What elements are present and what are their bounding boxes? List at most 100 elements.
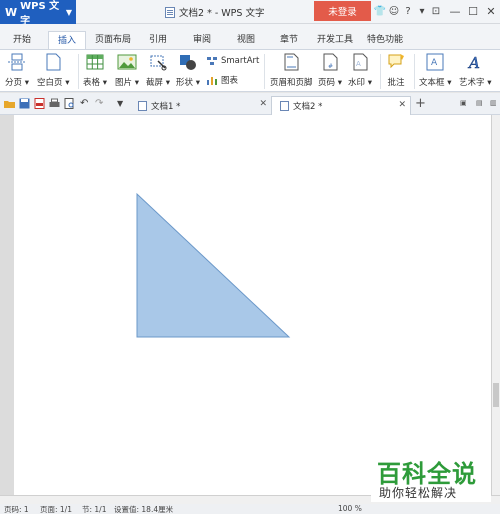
smartart-icon	[207, 57, 217, 65]
close-icon[interactable]: ✕	[482, 0, 500, 22]
tab-developer[interactable]: 开发工具	[314, 31, 356, 49]
window-title-text: 文档2 * - WPS 文字	[179, 8, 265, 19]
doc-tab-label: 文档1 *	[151, 101, 181, 112]
tab-references[interactable]: 引用	[142, 31, 174, 49]
status-section: 节: 1/1	[82, 505, 107, 514]
undo-icon[interactable]: ↶	[80, 98, 91, 109]
status-page-number: 页码: 1	[4, 505, 29, 514]
feedback-icon[interactable]: ☺	[387, 3, 401, 19]
login-button[interactable]: 未登录	[314, 1, 371, 21]
open-folder-icon[interactable]	[4, 98, 15, 109]
svg-text:A: A	[467, 54, 480, 71]
table-icon	[86, 54, 104, 70]
svg-text:A: A	[431, 58, 438, 68]
shape-icon	[179, 55, 196, 70]
drawing-canvas	[136, 192, 291, 338]
title-gap	[0, 24, 500, 31]
chevron-down-icon: ▼	[65, 7, 72, 17]
header-footer-label: 页眉和页脚	[270, 78, 313, 88]
watermark-label: 水印	[348, 78, 366, 88]
scrollbar-thumb[interactable]	[493, 383, 499, 407]
comment-icon	[388, 54, 404, 69]
menu-bar: 开始 插入 页面布局 引用 审阅 视图 章节 开发工具 特色功能	[0, 31, 500, 49]
textbox-button[interactable]: A 文本框 ▾	[419, 53, 451, 88]
quick-access-bar: ↶ ↷ ▼ 文档1 * ✕ 文档2 * ✕ + ▣ ▤ ▥	[0, 93, 500, 115]
window-title: 文档2 * - WPS 文字	[165, 5, 264, 19]
redo-icon[interactable]: ↷	[95, 98, 106, 109]
tab-home[interactable]: 开始	[6, 31, 38, 49]
print-preview-icon[interactable]	[64, 98, 75, 109]
screenshot-button[interactable]: 截屏 ▾	[146, 53, 170, 88]
ribbon-separator	[414, 54, 415, 89]
shape-button[interactable]: 形状 ▾	[176, 53, 200, 88]
document-icon	[138, 100, 147, 111]
blank-page-button[interactable]: 空白页 ▾	[37, 53, 69, 88]
chevron-down-icon[interactable]: ▼	[117, 98, 128, 109]
save-icon[interactable]	[19, 98, 30, 109]
document-page[interactable]	[14, 115, 491, 495]
header-footer-button[interactable]: 页眉和页脚	[270, 53, 313, 88]
tab-insert[interactable]: 插入	[48, 31, 86, 49]
site-watermark: 百科全说 助你轻松解决	[371, 452, 491, 502]
svg-text:A: A	[356, 60, 361, 68]
blank-page-label: 空白页	[37, 78, 63, 88]
picture-button[interactable]: 图片 ▾	[115, 53, 139, 88]
comment-button[interactable]: 批注	[386, 53, 406, 88]
restore-ribbon-icon[interactable]: ⊡	[429, 3, 443, 19]
svg-text:#: #	[328, 63, 333, 70]
watermark-button[interactable]: A 水印 ▾	[348, 53, 372, 88]
blank-page-icon	[46, 53, 61, 71]
minimize-icon[interactable]: —	[446, 0, 464, 22]
print-icon[interactable]	[49, 98, 60, 109]
chevron-down-icon[interactable]: ▾	[415, 3, 429, 19]
page-number-button[interactable]: # 页码 ▾	[318, 53, 342, 88]
ribbon-separator	[78, 54, 79, 89]
tab-review[interactable]: 审阅	[186, 31, 218, 49]
wordart-label: 艺术字	[459, 78, 485, 88]
tile-view-icon[interactable]: ▤	[476, 99, 483, 107]
textbox-icon: A	[426, 53, 444, 71]
right-triangle-shape[interactable]	[136, 192, 291, 338]
comment-label: 批注	[387, 78, 405, 88]
screenshot-icon	[150, 55, 167, 71]
status-page-count: 页面: 1/1	[40, 505, 72, 514]
close-icon[interactable]: ✕	[259, 99, 267, 109]
doc-tab-2[interactable]: 文档2 * ✕	[271, 96, 411, 115]
screenshot-label: 截屏	[146, 78, 164, 88]
tab-view[interactable]: 视图	[230, 31, 262, 49]
document-icon	[280, 101, 289, 111]
smartart-button[interactable]: SmartArt	[206, 56, 259, 66]
watermark-icon: A	[353, 53, 368, 71]
new-tab-icon[interactable]: +	[415, 96, 426, 111]
wordart-button[interactable]: A 艺术字 ▾	[459, 53, 491, 88]
zoom-level[interactable]: 100 %	[338, 504, 362, 513]
picture-label: 图片	[115, 78, 133, 88]
chart-button[interactable]: 图表	[206, 74, 238, 86]
chart-label: 图表	[221, 76, 239, 86]
ribbon-insert: 分页 ▾ 空白页 ▾ 表格 ▾ 图片 ▾ 截屏 ▾ 形状 ▾ SmartArt …	[0, 49, 500, 92]
tab-features[interactable]: 特色功能	[364, 31, 406, 49]
help-icon[interactable]: ?	[401, 3, 415, 19]
close-icon[interactable]: ✕	[398, 100, 406, 110]
title-toolbar: 👕 ☺ ? ▾ ⊡	[373, 3, 443, 19]
page-number-icon: #	[323, 53, 338, 71]
wps-app-menu-button[interactable]: W WPS 文字 ▼	[0, 0, 76, 27]
tab-section[interactable]: 章节	[273, 31, 305, 49]
wps-logo-icon: W	[5, 5, 18, 19]
wordart-icon: A	[467, 54, 481, 71]
sidebar-toggle-icon[interactable]: ▣	[460, 99, 467, 107]
vertical-scrollbar[interactable]	[491, 115, 500, 495]
page-break-icon	[7, 53, 26, 71]
shape-label: 形状	[176, 78, 194, 88]
tab-page-layout[interactable]: 页面布局	[92, 31, 134, 49]
options-icon[interactable]: ▥	[490, 99, 497, 107]
page-break-button[interactable]: 分页 ▾	[5, 53, 29, 88]
doc-tab-label: 文档2 *	[293, 102, 323, 112]
skin-icon[interactable]: 👕	[373, 3, 387, 19]
maximize-icon[interactable]: ☐	[464, 0, 482, 22]
export-pdf-icon[interactable]	[34, 98, 45, 109]
doc-tab-1[interactable]: 文档1 * ✕	[130, 96, 271, 115]
page-number-label: 页码	[318, 78, 336, 88]
document-icon	[165, 6, 175, 18]
table-button[interactable]: 表格 ▾	[83, 53, 107, 88]
